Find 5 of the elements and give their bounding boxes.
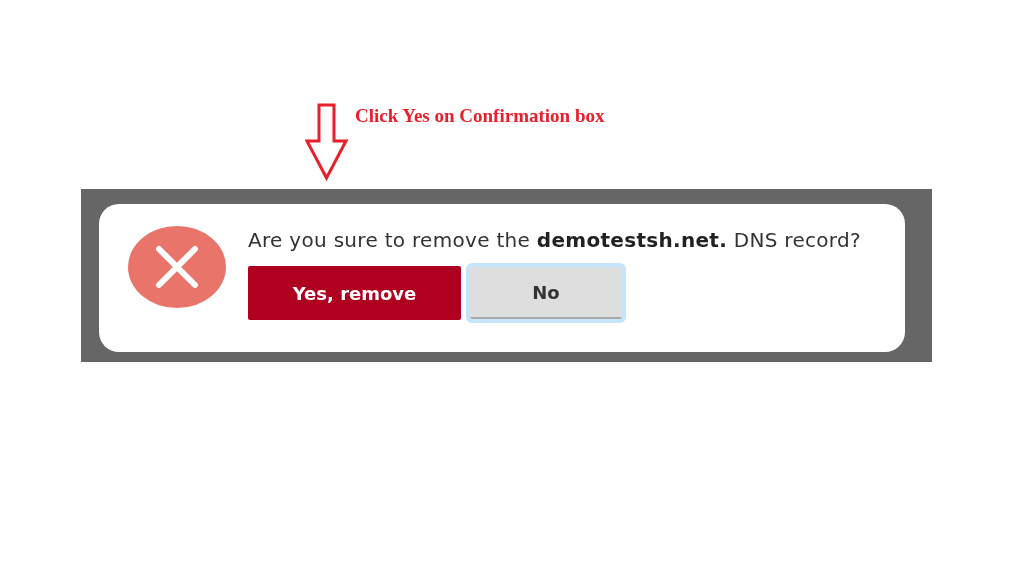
annotation-caption: Click Yes on Confirmation box	[355, 105, 605, 127]
confirmation-message: Are you sure to remove the demotestsh.net. DNS record?	[248, 228, 861, 252]
error-icon	[128, 226, 226, 308]
down-arrow-icon	[305, 103, 349, 181]
confirm-button[interactable]: Yes, remove	[248, 266, 461, 320]
